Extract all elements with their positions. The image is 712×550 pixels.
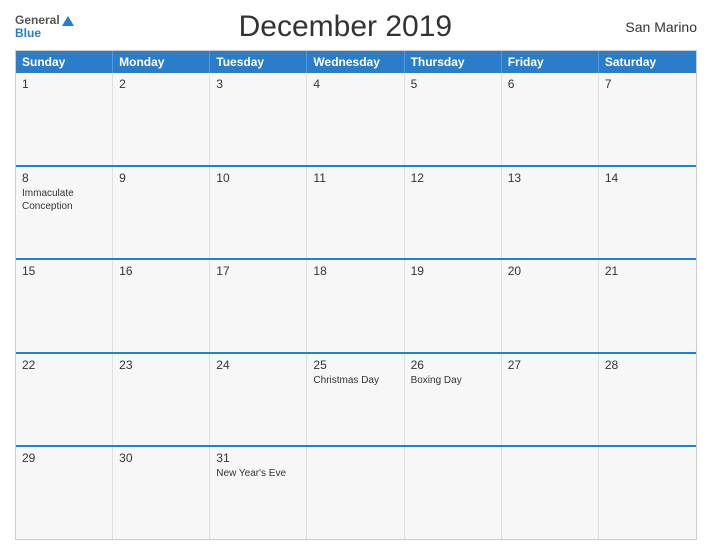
calendar-header: General Blue December 2019 San Marino	[15, 10, 697, 44]
event-label: Christmas Day	[313, 374, 397, 387]
day-headers-row: Sunday Monday Tuesday Wednesday Thursday…	[16, 51, 696, 73]
day-number: 27	[508, 358, 592, 372]
day-cell-w4-d3: 24	[210, 354, 307, 446]
week-row-5: 29 30 31 New Year's Eve	[16, 445, 696, 539]
day-cell-w5-d2: 30	[113, 447, 210, 539]
day-number: 9	[119, 171, 203, 185]
day-cell-w5-d4	[307, 447, 404, 539]
day-cell-w3-d7: 21	[599, 260, 696, 352]
day-cell-w1-d4: 4	[307, 73, 404, 165]
week-row-1: 1234567	[16, 73, 696, 165]
day-number: 23	[119, 358, 203, 372]
day-cell-w4-d2: 23	[113, 354, 210, 446]
day-cell-w3-d5: 19	[405, 260, 502, 352]
day-cell-w4-d4: 25 Christmas Day	[307, 354, 404, 446]
day-cell-w3-d3: 17	[210, 260, 307, 352]
day-number: 13	[508, 171, 592, 185]
day-cell-w1-d7: 7	[599, 73, 696, 165]
day-number: 25	[313, 358, 397, 372]
day-number: 8	[22, 171, 106, 185]
week-row-2: 8 Immaculate Conception 9 10 11 12 13 14	[16, 165, 696, 259]
day-cell-w4-d7: 28	[599, 354, 696, 446]
day-number: 16	[119, 264, 203, 278]
day-cell-w1-d5: 5	[405, 73, 502, 165]
day-number: 17	[216, 264, 300, 278]
day-cell-w5-d5	[405, 447, 502, 539]
header-monday: Monday	[113, 51, 210, 73]
day-number: 4	[313, 77, 397, 91]
logo-blue-text: Blue	[15, 27, 74, 40]
month-title: December 2019	[74, 10, 617, 44]
day-number: 3	[216, 77, 300, 91]
day-cell-w2-d4: 11	[307, 167, 404, 259]
logo: General Blue	[15, 14, 74, 40]
header-friday: Friday	[502, 51, 599, 73]
day-cell-w2-d7: 14	[599, 167, 696, 259]
day-number: 2	[119, 77, 203, 91]
day-number: 5	[411, 77, 495, 91]
day-number: 14	[605, 171, 690, 185]
header-wednesday: Wednesday	[307, 51, 404, 73]
day-number: 24	[216, 358, 300, 372]
day-cell-w2-d6: 13	[502, 167, 599, 259]
day-cell-w2-d5: 12	[405, 167, 502, 259]
day-number: 21	[605, 264, 690, 278]
day-number: 15	[22, 264, 106, 278]
event-label: New Year's Eve	[216, 467, 300, 480]
day-cell-w3-d2: 16	[113, 260, 210, 352]
day-number: 18	[313, 264, 397, 278]
day-number: 31	[216, 451, 300, 465]
calendar-grid: Sunday Monday Tuesday Wednesday Thursday…	[15, 50, 697, 540]
day-number: 22	[22, 358, 106, 372]
day-cell-w3-d6: 20	[502, 260, 599, 352]
day-cell-w2-d1: 8 Immaculate Conception	[16, 167, 113, 259]
day-cell-w4-d6: 27	[502, 354, 599, 446]
day-cell-w1-d1: 1	[16, 73, 113, 165]
header-saturday: Saturday	[599, 51, 696, 73]
day-cell-w2-d3: 10	[210, 167, 307, 259]
day-cell-w1-d3: 3	[210, 73, 307, 165]
week-row-3: 15 16 17 18 19 20 21	[16, 258, 696, 352]
logo-triangle-icon	[62, 16, 74, 26]
location-label: San Marino	[617, 19, 697, 35]
day-cell-w3-d1: 15	[16, 260, 113, 352]
weeks-container: 12345678Immaculate Conception91011121314…	[16, 73, 696, 539]
day-number: 12	[411, 171, 495, 185]
day-cell-w2-d2: 9	[113, 167, 210, 259]
day-number: 19	[411, 264, 495, 278]
day-number: 26	[411, 358, 495, 372]
day-cell-w5-d3: 31 New Year's Eve	[210, 447, 307, 539]
day-cell-w5-d7	[599, 447, 696, 539]
day-number: 29	[22, 451, 106, 465]
event-label: Immaculate Conception	[22, 187, 106, 213]
day-cell-w4-d5: 26 Boxing Day	[405, 354, 502, 446]
day-number: 28	[605, 358, 690, 372]
day-cell-w4-d1: 22	[16, 354, 113, 446]
header-tuesday: Tuesday	[210, 51, 307, 73]
day-number: 11	[313, 171, 397, 185]
day-cell-w1-d6: 6	[502, 73, 599, 165]
day-number: 1	[22, 77, 106, 91]
calendar-container: General Blue December 2019 San Marino Su…	[0, 0, 712, 550]
week-row-4: 22 23 24 25 Christmas Day 26 Boxing Day 27 28	[16, 352, 696, 446]
day-cell-w1-d2: 2	[113, 73, 210, 165]
day-number: 6	[508, 77, 592, 91]
day-number: 20	[508, 264, 592, 278]
header-thursday: Thursday	[405, 51, 502, 73]
day-number: 10	[216, 171, 300, 185]
day-number: 7	[605, 77, 690, 91]
header-sunday: Sunday	[16, 51, 113, 73]
day-number: 30	[119, 451, 203, 465]
event-label: Boxing Day	[411, 374, 495, 387]
day-cell-w3-d4: 18	[307, 260, 404, 352]
day-cell-w5-d1: 29	[16, 447, 113, 539]
day-cell-w5-d6	[502, 447, 599, 539]
